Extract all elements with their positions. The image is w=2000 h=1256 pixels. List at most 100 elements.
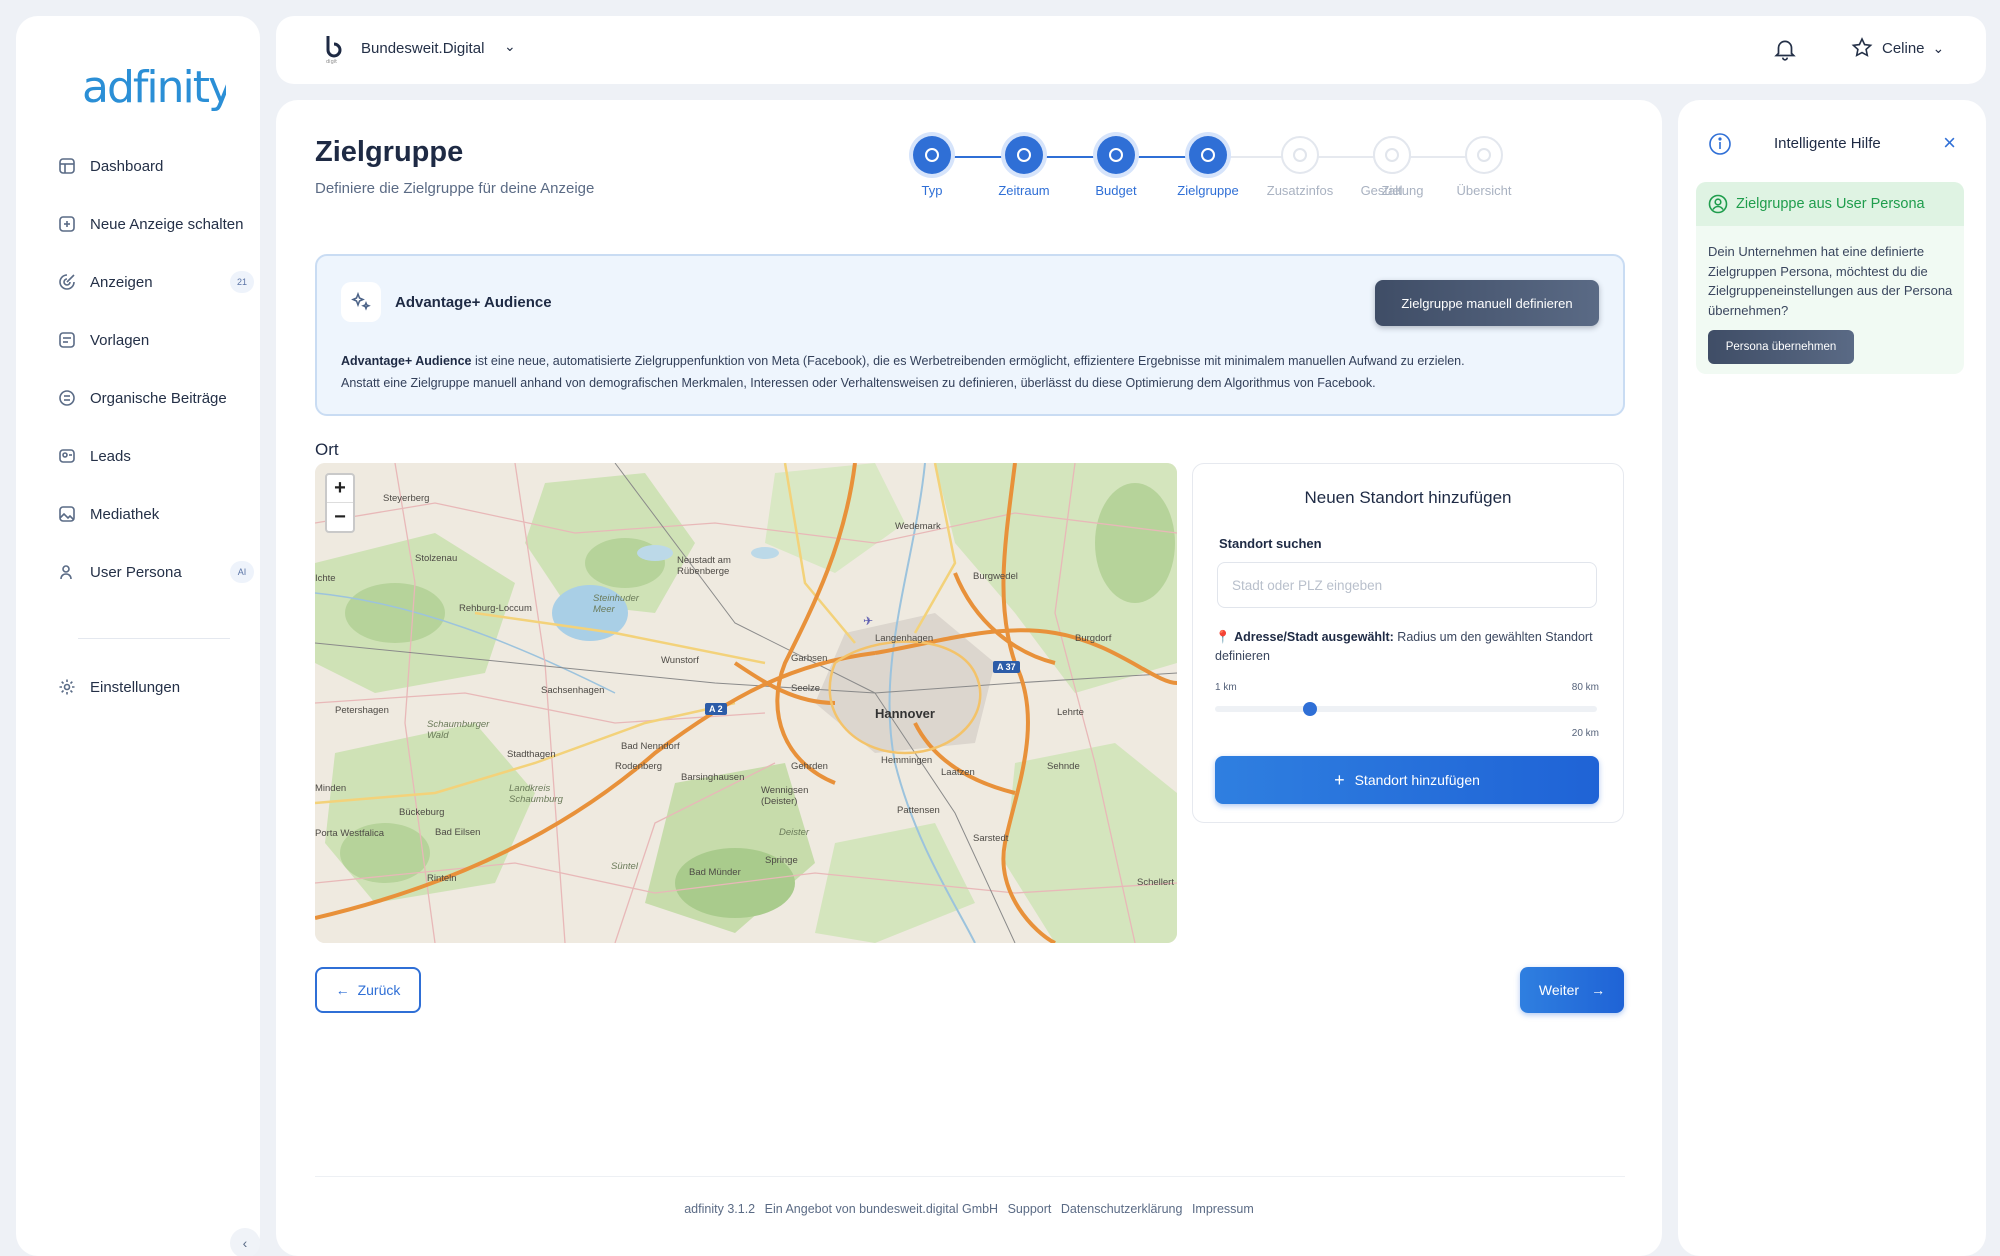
advantage-text-2: Anstatt eine Zielgruppe manuell anhand v… — [341, 376, 1376, 390]
step-label: Typ — [921, 183, 943, 198]
location-search-input[interactable] — [1217, 562, 1597, 608]
add-location-button[interactable]: + Standort hinzufügen — [1215, 756, 1599, 804]
step-gestaltung[interactable]: Gestaltung — [1346, 136, 1438, 198]
footer-provider-link[interactable]: Ein Angebot von bundesweit.digital GmbH — [765, 1202, 998, 1216]
step-zeitraum[interactable]: Zeitraum — [978, 136, 1070, 198]
page-subtitle: Definiere die Zielgruppe für deine Anzei… — [315, 180, 595, 197]
step-typ[interactable]: Typ — [886, 136, 978, 198]
zoom-out-button[interactable]: − — [327, 503, 353, 531]
radius-min-label: 1 km — [1215, 682, 1237, 693]
sidebar-item-templates[interactable]: Vorlagen — [38, 324, 254, 356]
map-label: Sehnde — [1047, 761, 1080, 772]
footer-privacy-link[interactable]: Datenschutzerklärung — [1061, 1202, 1183, 1216]
map-label: Bad Nenndorf — [621, 741, 680, 752]
sidebar-item-ads[interactable]: Anzeigen 21 — [38, 266, 254, 298]
count-badge: 21 — [230, 271, 254, 293]
advantage-title: Advantage+ Audience — [395, 294, 552, 311]
step-zielgruppe[interactable]: Zielgruppe — [1162, 136, 1254, 198]
step-label: Gestaltung — [1360, 183, 1424, 198]
sidebar-settings-group: Einstellungen — [38, 671, 254, 729]
map-label: Wennigsen (Deister) — [761, 785, 809, 807]
topbar: digit Bundesweit.Digital ⌄ Celine ⌄ — [276, 16, 1986, 84]
sidebar-item-user-persona[interactable]: User Persona AI — [38, 556, 254, 588]
user-menu[interactable]: Celine ⌄ — [1850, 36, 1944, 60]
persona-suggestion-title: Zielgruppe aus User Persona — [1736, 196, 1925, 212]
footer-support-link[interactable]: Support — [1008, 1202, 1052, 1216]
sidebar-item-settings[interactable]: Einstellungen — [38, 671, 254, 703]
sidebar-item-dashboard[interactable]: Dashboard — [38, 150, 254, 182]
back-button[interactable]: ← Zurück — [315, 967, 421, 1013]
gear-icon — [56, 676, 78, 698]
sidebar-divider — [78, 638, 230, 639]
map-label: Rodenberg — [615, 761, 663, 772]
add-location-card: Neuen Standort hinzufügen Standort suche… — [1192, 463, 1624, 823]
map-label: Seelze — [791, 683, 821, 694]
map-label: Deister — [779, 827, 810, 838]
leads-icon — [56, 445, 78, 467]
step-pending-icon — [1373, 136, 1411, 174]
zoom-in-button[interactable]: + — [327, 475, 353, 503]
sidebar-item-label: Organische Beiträge — [90, 389, 227, 407]
dashboard-icon — [56, 155, 78, 177]
location-search-label: Standort suchen — [1219, 536, 1322, 551]
location-map[interactable]: ✈ + − Steyerberg Stolzenau Wedemark Neus… — [315, 463, 1177, 943]
radius-slider[interactable] — [1215, 702, 1597, 716]
sidebar-item-label: User Persona — [90, 563, 182, 581]
step-budget[interactable]: Budget — [1070, 136, 1162, 198]
motorway-shield: A 37 — [993, 661, 1020, 673]
step-label: Zusatzinfos — [1266, 183, 1334, 198]
sidebar-item-media[interactable]: Mediathek — [38, 498, 254, 530]
sidebar-item-organic-posts[interactable]: Organische Beiträge — [38, 382, 254, 414]
chevron-down-icon[interactable]: ⌄ — [504, 38, 516, 55]
map-label: Burgwedel — [973, 571, 1018, 582]
add-location-label: Standort hinzufügen — [1354, 772, 1480, 788]
persona-icon — [56, 561, 78, 583]
map-label: Gehrden — [791, 761, 828, 772]
map-label: Schellert — [1137, 877, 1174, 888]
ai-badge: AI — [230, 561, 254, 583]
step-uebersicht[interactable]: Übersicht — [1438, 136, 1530, 198]
define-audience-manually-button[interactable]: Zielgruppe manuell definieren — [1375, 280, 1599, 326]
back-label: Zurück — [357, 982, 401, 998]
advantage-bold-lead: Advantage+ Audience — [341, 354, 472, 368]
step-pending-icon — [1281, 136, 1319, 174]
adfinity-logo[interactable]: adfinity — [82, 54, 226, 120]
persona-suggestion-header: Zielgruppe aus User Persona — [1696, 182, 1964, 226]
arrow-right-icon: → — [1591, 982, 1606, 998]
map-label: Barsinghausen — [681, 772, 745, 783]
map-label: Neustadt am Rübenberge — [677, 555, 731, 577]
footer-imprint-link[interactable]: Impressum — [1192, 1202, 1254, 1216]
map-label: Stolzenau — [415, 553, 458, 564]
map-label: Springe — [765, 855, 798, 866]
collapse-sidebar-button[interactable]: ‹ — [230, 1228, 260, 1256]
radius-note-bold: Adresse/Stadt ausgewählt: — [1234, 630, 1394, 644]
star-icon — [1851, 37, 1873, 57]
advantage-audience-box: Advantage+ Audience Zielgruppe manuell d… — [315, 254, 1625, 416]
apply-persona-button[interactable]: Persona übernehmen — [1708, 330, 1854, 364]
radius-value: 20 km — [1571, 728, 1599, 739]
sidebar-item-label: Leads — [90, 447, 131, 465]
sidebar-item-leads[interactable]: Leads — [38, 440, 254, 472]
bell-icon[interactable] — [1772, 36, 1798, 62]
chevron-down-icon: ⌄ — [1932, 39, 1945, 56]
map-label: Ichte — [315, 573, 336, 584]
step-done-icon — [913, 136, 951, 174]
workspace-name[interactable]: Bundesweit.Digital — [361, 40, 484, 57]
map-label: Stadthagen — [507, 749, 556, 760]
radius-note: 📍 Adresse/Stadt ausgewählt: Radius um de… — [1215, 628, 1605, 666]
next-button[interactable]: Weiter → — [1520, 967, 1624, 1013]
close-icon[interactable]: × — [1943, 130, 1956, 156]
step-zusatzinfos[interactable]: Zusatzinfos — [1254, 136, 1346, 198]
map-label: Burgdorf — [1075, 633, 1112, 644]
sidebar-item-label: Einstellungen — [90, 678, 181, 696]
radius-slider-thumb[interactable] — [1303, 702, 1318, 716]
sidebar-item-new-ad[interactable]: Neue Anzeige schalten — [38, 208, 254, 240]
map-label: Hemmingen — [881, 755, 933, 766]
add-ad-icon — [56, 213, 78, 235]
map-label: Garbsen — [791, 653, 828, 664]
map-label-city: Hannover — [875, 706, 935, 721]
step-pending-icon — [1465, 136, 1503, 174]
templates-icon — [56, 329, 78, 351]
map-label: Bad Eilsen — [435, 827, 481, 838]
advantage-description: Advantage+ Audience ist eine neue, autom… — [341, 350, 1601, 394]
